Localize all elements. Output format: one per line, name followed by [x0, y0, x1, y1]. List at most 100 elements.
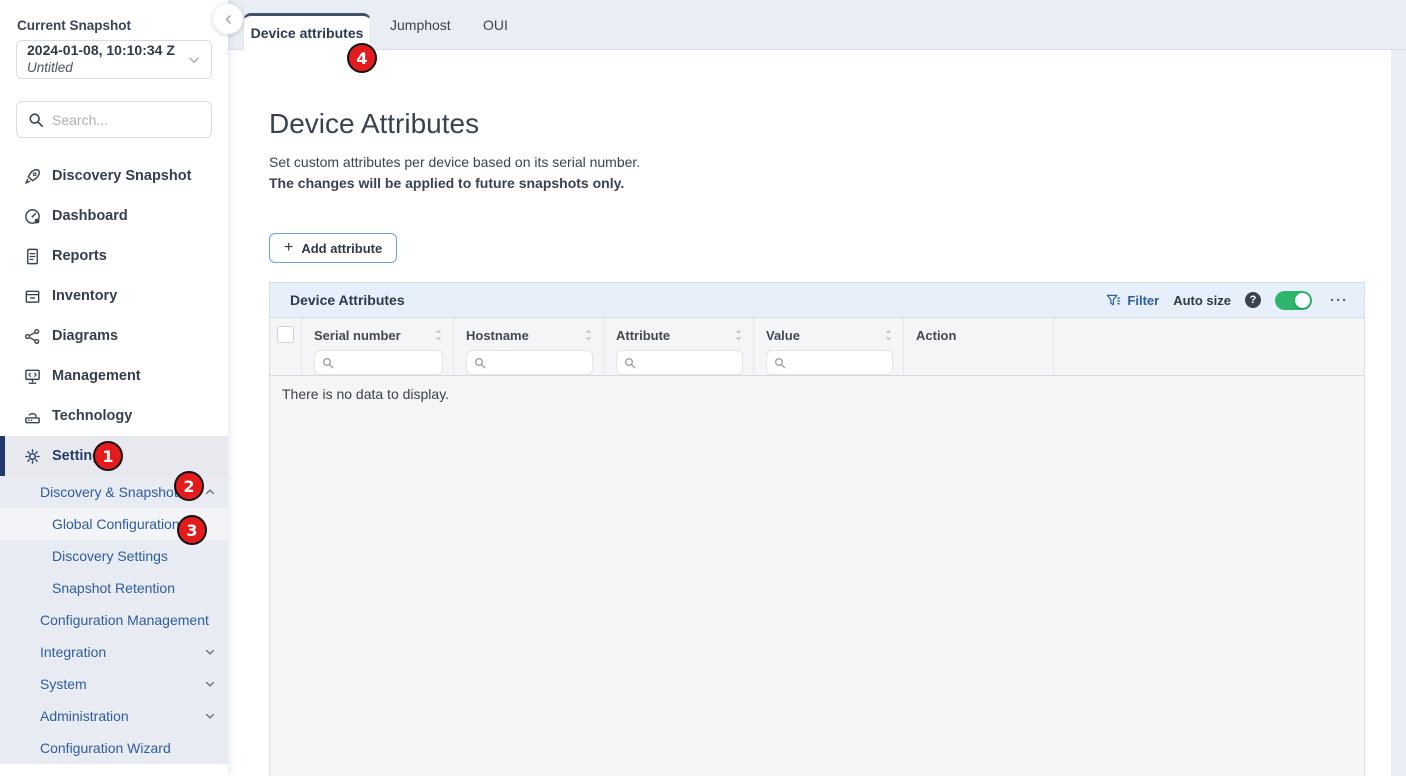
- diagram-icon: [23, 327, 42, 346]
- sidebar-item-reports[interactable]: Reports: [0, 236, 228, 276]
- submenu-item-label: Discovery Settings: [52, 548, 168, 564]
- sidebar-item-discovery-snapshot[interactable]: Discovery Snapshot: [0, 156, 228, 196]
- table-title: Device Attributes: [290, 292, 405, 308]
- submenu-item-administration[interactable]: Administration: [0, 700, 228, 732]
- search-icon: [774, 357, 786, 369]
- technology-icon: [23, 407, 42, 426]
- autosize-label: Auto size: [1173, 293, 1231, 308]
- attribute-filter-input[interactable]: [641, 356, 735, 370]
- tab-device-attributes[interactable]: Device attributes: [243, 13, 371, 50]
- column-action: Action: [903, 318, 1053, 375]
- toggle-knob: [1295, 293, 1310, 308]
- inventory-icon: [23, 287, 42, 306]
- sidebar-item-diagrams[interactable]: Diagrams: [0, 316, 228, 356]
- search-input[interactable]: [52, 112, 233, 128]
- column-sort-header[interactable]: Hostname: [466, 323, 593, 347]
- help-icon[interactable]: ?: [1245, 292, 1261, 308]
- column-sort-header[interactable]: Value: [766, 323, 893, 347]
- page-scrollbar-track: [1391, 50, 1406, 776]
- column-hostname: Hostname: [453, 318, 603, 375]
- report-icon: [23, 247, 42, 266]
- table-controls: Filter Auto size ? ···: [1106, 291, 1348, 310]
- tab-oui[interactable]: OUI: [483, 0, 508, 50]
- more-options-icon[interactable]: ···: [1330, 292, 1348, 309]
- column-label: Hostname: [466, 328, 529, 343]
- submenu-item-system[interactable]: System: [0, 668, 228, 700]
- sidebar-item-dashboard[interactable]: Dashboard: [0, 196, 228, 236]
- annotation-badge-4: 4: [347, 43, 377, 73]
- submenu-item-label: Integration: [40, 644, 106, 660]
- annotation-badge-1: 1: [93, 441, 123, 471]
- search-icon: [28, 112, 44, 128]
- sidebar-item-label: Inventory: [52, 288, 117, 304]
- device-attributes-table: Device Attributes Filter Auto size ? ···: [269, 282, 1365, 776]
- search-icon: [624, 357, 636, 369]
- search-icon: [474, 357, 486, 369]
- sidebar-item-label: Technology: [52, 408, 132, 424]
- submenu-item-integration[interactable]: Integration: [0, 636, 228, 668]
- submenu-item-configuration-management[interactable]: Configuration Management: [0, 604, 228, 636]
- sidebar-item-label: Dashboard: [52, 208, 128, 224]
- column-value: Value: [753, 318, 903, 375]
- tab-jumphost[interactable]: Jumphost: [390, 0, 451, 50]
- submenu-item-snapshot-retention[interactable]: Snapshot Retention: [0, 572, 228, 604]
- rocket-icon: [23, 167, 42, 186]
- snapshot-name: Untitled: [27, 60, 175, 77]
- filter-button[interactable]: Filter: [1106, 293, 1159, 308]
- sidebar-item-management[interactable]: Management: [0, 356, 228, 396]
- submenu-item-label: Administration: [40, 708, 129, 724]
- column-attribute: Attribute: [603, 318, 753, 375]
- column-sort-header[interactable]: Attribute: [616, 323, 743, 347]
- column-sort-header[interactable]: Serial number: [314, 323, 443, 347]
- dashboard-icon: [23, 207, 42, 226]
- sort-icon: [584, 328, 593, 342]
- sidebar-search: [16, 101, 212, 138]
- chevron-down-icon: [204, 678, 216, 690]
- search-icon: [322, 357, 334, 369]
- chevron-left-icon: [222, 13, 235, 26]
- empty-state-text: There is no data to display.: [282, 386, 449, 402]
- submenu-item-label: Global Configuration: [52, 516, 180, 532]
- value-filter-input[interactable]: [791, 356, 885, 370]
- serial-number-filter-input[interactable]: [339, 356, 435, 370]
- column-filter: [314, 350, 443, 375]
- chevron-down-icon: [204, 710, 216, 722]
- sidebar-item-label: Management: [52, 368, 141, 384]
- sort-icon: [734, 328, 743, 342]
- add-attribute-button[interactable]: + Add attribute: [269, 233, 397, 263]
- snapshot-selector[interactable]: 2024-01-08, 10:10:34 Z Untitled: [16, 40, 212, 79]
- sidebar-item-label: Reports: [52, 248, 107, 264]
- submenu-item-label: System: [40, 676, 87, 692]
- submenu-item-label: Configuration Management: [40, 612, 209, 628]
- column-label: Attribute: [616, 328, 670, 343]
- column-filter: [616, 350, 743, 375]
- funnel-icon: [1106, 293, 1121, 308]
- select-all-cell: [270, 318, 301, 375]
- autosize-toggle[interactable]: [1275, 291, 1312, 310]
- tab-bar: Device attributes Jumphost OUI: [228, 0, 1406, 50]
- sidebar-collapse-button[interactable]: [213, 4, 243, 34]
- sort-icon: [884, 328, 893, 342]
- submenu-item-configuration-wizard[interactable]: Configuration Wizard: [0, 732, 228, 764]
- filter-label: Filter: [1127, 293, 1159, 308]
- sidebar-item-technology[interactable]: Technology: [0, 396, 228, 436]
- table-body: There is no data to display.: [270, 376, 1364, 776]
- gear-icon: [23, 447, 42, 466]
- annotation-badge-2: 2: [174, 471, 204, 501]
- chevron-up-icon: [204, 486, 216, 498]
- page-description-bold: The changes will be applied to future sn…: [269, 175, 624, 191]
- main-content: Device Attributes Set custom attributes …: [228, 50, 1406, 776]
- column-label: Value: [766, 328, 800, 343]
- column-filter: [466, 350, 593, 375]
- plus-icon: +: [284, 240, 293, 256]
- hostname-filter-input[interactable]: [491, 356, 585, 370]
- snapshot-date: 2024-01-08, 10:10:34 Z: [27, 42, 175, 60]
- column-filler: [1053, 318, 1364, 375]
- select-all-checkbox[interactable]: [277, 326, 294, 343]
- submenu-item-label: Snapshot Retention: [52, 580, 175, 596]
- sidebar-nav: Discovery Snapshot Dashboard Reports Inv…: [0, 156, 228, 476]
- page-description: Set custom attributes per device based o…: [269, 154, 640, 170]
- sidebar-item-inventory[interactable]: Inventory: [0, 276, 228, 316]
- snapshot-selector-text: 2024-01-08, 10:10:34 Z Untitled: [27, 42, 175, 76]
- management-icon: [23, 367, 42, 386]
